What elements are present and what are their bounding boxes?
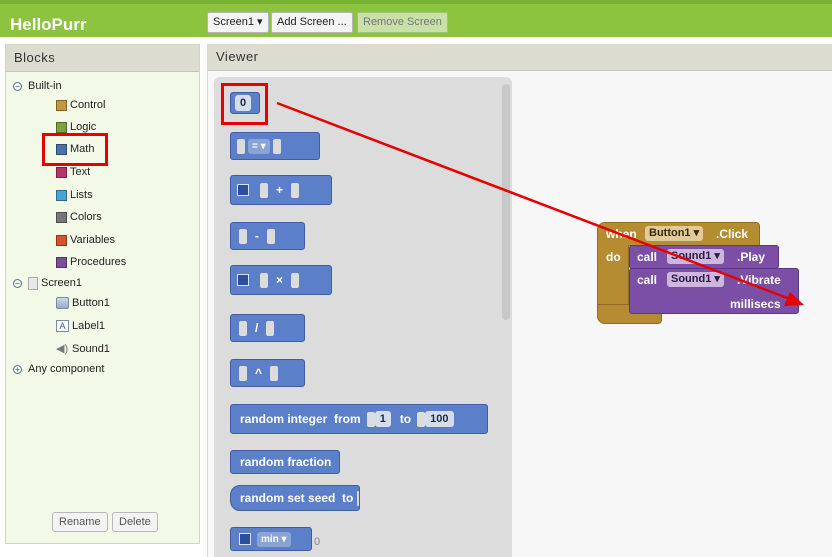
arrow-head-icon [784, 292, 804, 306]
arrow-line [276, 101, 791, 301]
drag-arrow [276, 101, 804, 306]
